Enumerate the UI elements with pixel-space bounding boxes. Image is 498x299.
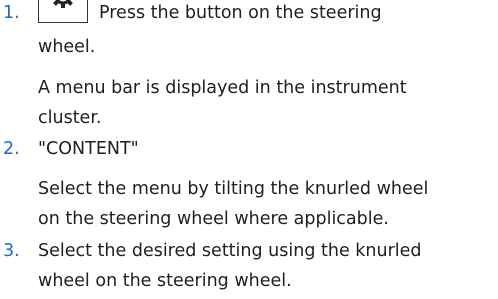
- result-line: A menu bar is displayed in the instrumen…: [38, 78, 407, 98]
- step-number: 1.: [3, 3, 20, 23]
- steering-wheel-settings-button-icon: [38, 0, 88, 23]
- instruction-line: "CONTENT": [38, 139, 139, 159]
- result-line: Select the menu by tilting the knurled w…: [38, 179, 429, 199]
- step-number: 2.: [3, 139, 20, 159]
- instruction-line: wheel.: [38, 37, 96, 57]
- step-number: 3.: [3, 241, 20, 261]
- result-line: on the steering wheel where applicable.: [38, 209, 389, 229]
- step-result: A menu bar is displayed in the instrumen…: [38, 75, 494, 131]
- instruction-line: wheel on the steering wheel.: [38, 271, 292, 291]
- result-line: cluster.: [38, 108, 102, 128]
- step-instruction-continued: wheel.: [38, 34, 494, 60]
- step-instruction: Select the desired setting using the knu…: [38, 238, 494, 294]
- step-instruction: Press the button on the steering: [99, 3, 382, 23]
- step-instruction: "CONTENT": [38, 136, 494, 162]
- step-result: Select the menu by tilting the knurled w…: [38, 176, 494, 232]
- instruction-line: Select the desired setting using the knu…: [38, 241, 422, 261]
